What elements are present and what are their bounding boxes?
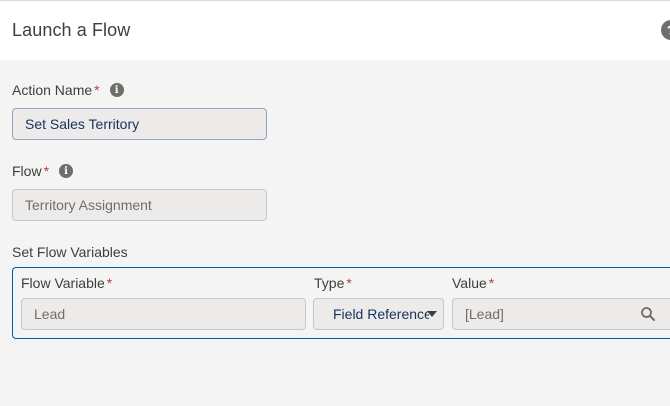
search-icon[interactable] [640, 306, 656, 322]
required-asterisk: * [346, 275, 352, 291]
required-asterisk: * [94, 82, 100, 98]
action-name-label: Action Name * i [12, 82, 124, 98]
type-select[interactable]: Field Reference [313, 298, 444, 330]
required-asterisk: * [488, 275, 495, 291]
flow-label: Flow * i [12, 163, 74, 179]
flow-variable-column-label: Flow Variable * [21, 275, 113, 291]
flow-variables-section-label: Set Flow Variables [12, 244, 128, 260]
page-title: Launch a Flow [12, 20, 131, 40]
type-column-label: Type * [314, 275, 352, 291]
help-icon[interactable]: ? [661, 20, 670, 40]
chevron-down-icon [427, 311, 437, 317]
flow-variable-input[interactable]: Lead [21, 298, 306, 330]
value-column-label: Value * [452, 275, 495, 291]
action-name-field[interactable]: Set Sales Territory [12, 108, 267, 140]
modal-header: Launch a Flow ? [0, 0, 670, 60]
info-icon[interactable]: i [109, 83, 124, 97]
required-asterisk: * [43, 163, 50, 179]
info-icon[interactable]: i [59, 164, 74, 178]
required-asterisk: * [106, 275, 113, 291]
flow-field[interactable]: Territory Assignment [12, 189, 267, 221]
value-lookup-input[interactable]: [Lead] [452, 298, 670, 330]
